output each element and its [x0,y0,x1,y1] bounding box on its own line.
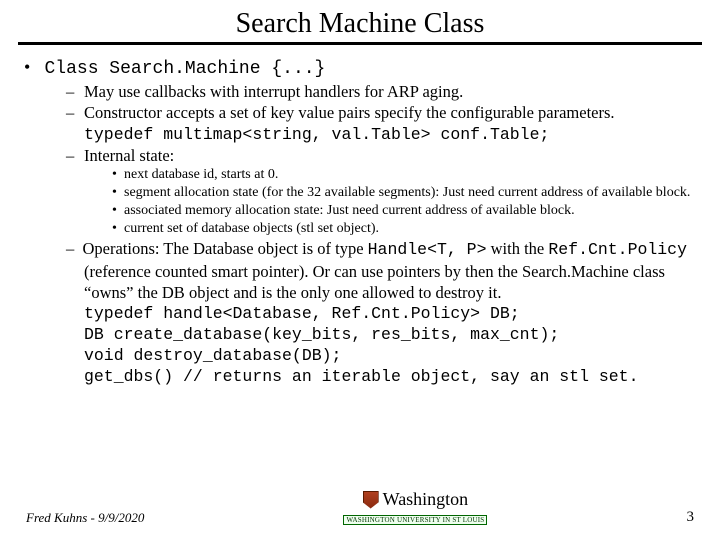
typedef-conf: typedef multimap<string, val.Table> conf… [84,124,702,145]
footer-affiliation: Washington WASHINGTON UNIVERSITY IN ST L… [343,489,487,526]
ops-line1b: with the [486,239,548,258]
bullet-dot-icon: • [24,55,40,79]
dot-icon: • [112,202,124,220]
dash-icon: – [66,239,74,258]
university-subtitle: WASHINGTON UNIVERSITY IN ST LOUIS [343,515,487,525]
state-1: •next database id, starts at 0. [112,166,702,184]
sub-c-text: Internal state: [84,146,174,165]
university-text: Washington [383,489,469,510]
sub-a-text: May use callbacks with interrupt handler… [84,82,463,101]
state-3: •associated memory allocation state: Jus… [112,202,702,220]
dash-icon: – [66,102,84,123]
state-2-text: segment allocation state (for the 32 ava… [124,185,690,200]
ops-code3: void destroy_database(DB); [66,345,702,366]
ops-line1: – Operations: The Database object is of … [66,238,702,260]
state-3-text: associated memory allocation state: Just… [124,203,575,218]
slide-title: Search Machine Class [18,8,702,40]
university-name: Washington [343,489,487,510]
state-2: •segment allocation state (for the 32 av… [112,184,702,202]
dot-icon: • [112,184,124,202]
dot-icon: • [112,166,124,184]
shield-icon [363,491,379,509]
state-4: •current set of database objects (stl se… [112,220,702,238]
page-number: 3 [687,509,695,526]
sub-a: –May use callbacks with interrupt handle… [66,81,702,102]
footer-author-date: Fred Kuhns - 9/9/2020 [26,510,144,526]
bullet-level1: • Class Search.Machine {...} [24,55,702,81]
sub-b: –Constructor accepts a set of key value … [66,102,702,123]
sub-c: –Internal state: [66,145,702,166]
dash-icon: – [66,145,84,166]
title-rule [18,42,702,45]
ops-line2: (reference counted smart pointer). Or ca… [66,261,702,303]
dash-icon: – [66,81,84,102]
ops-line1a: Operations: The Database object is of ty… [83,239,368,258]
refcnt-policy: Ref.Cnt.Policy [548,240,687,259]
sub-b-text: Constructor accepts a set of key value p… [84,103,615,122]
slide: Search Machine Class • Class Search.Mach… [0,0,720,540]
class-decl: Class Search.Machine {...} [45,59,326,79]
operations-block: – Operations: The Database object is of … [66,238,702,387]
dot-icon: • [112,220,124,238]
ops-code2: DB create_database(key_bits, res_bits, m… [66,324,702,345]
ops-code1: typedef handle<Database, Ref.Cnt.Policy>… [66,303,702,324]
handle-type: Handle<T, P> [368,240,487,259]
state-1-text: next database id, starts at 0. [124,167,278,182]
ops-code4: get_dbs() // returns an iterable object,… [66,366,702,387]
state-4-text: current set of database objects (stl set… [124,221,379,236]
footer: Fred Kuhns - 9/9/2020 Washington WASHING… [0,489,720,526]
